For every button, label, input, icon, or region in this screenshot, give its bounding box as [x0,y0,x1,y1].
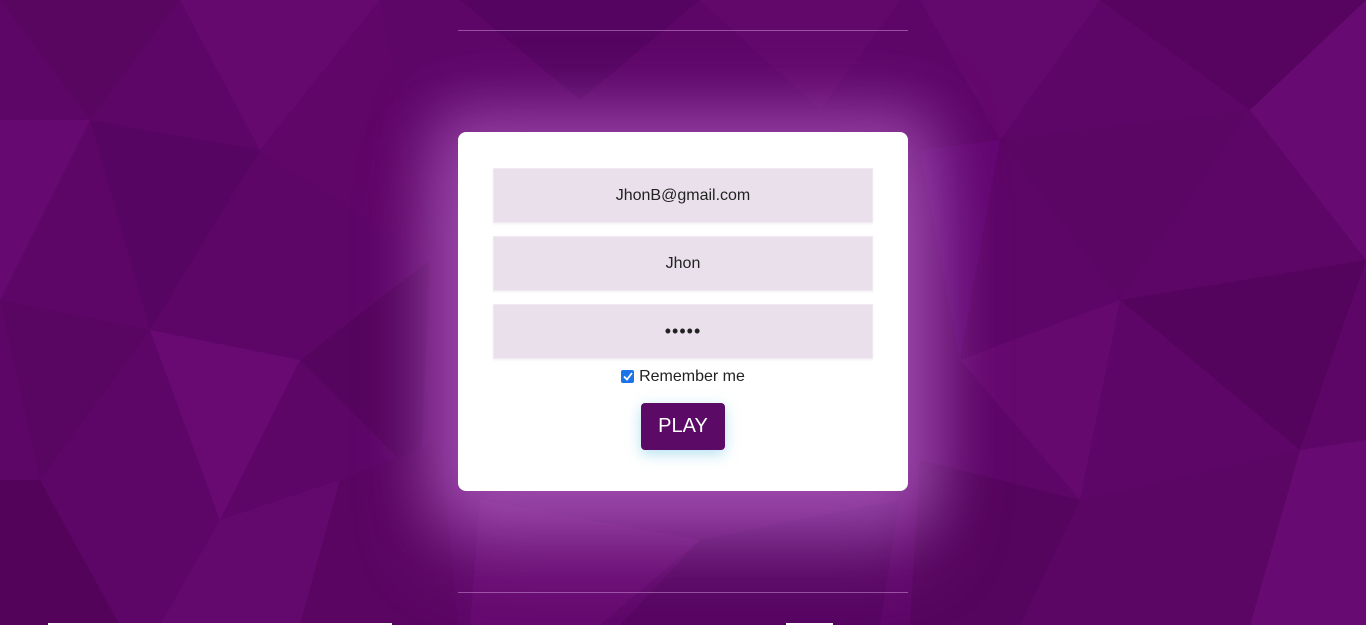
password-field[interactable] [493,304,873,359]
play-button[interactable]: PLAY [641,403,725,450]
remember-me-label: Remember me [639,368,745,385]
remember-me-checkbox[interactable] [621,369,635,383]
email-field[interactable] [493,168,873,223]
top-divider [458,30,908,31]
login-card: Remember me PLAY [458,132,908,491]
name-field[interactable] [493,236,873,291]
bottom-divider [458,592,908,593]
checkmark-icon [622,371,633,381]
remember-me-row[interactable]: Remember me [458,368,908,386]
